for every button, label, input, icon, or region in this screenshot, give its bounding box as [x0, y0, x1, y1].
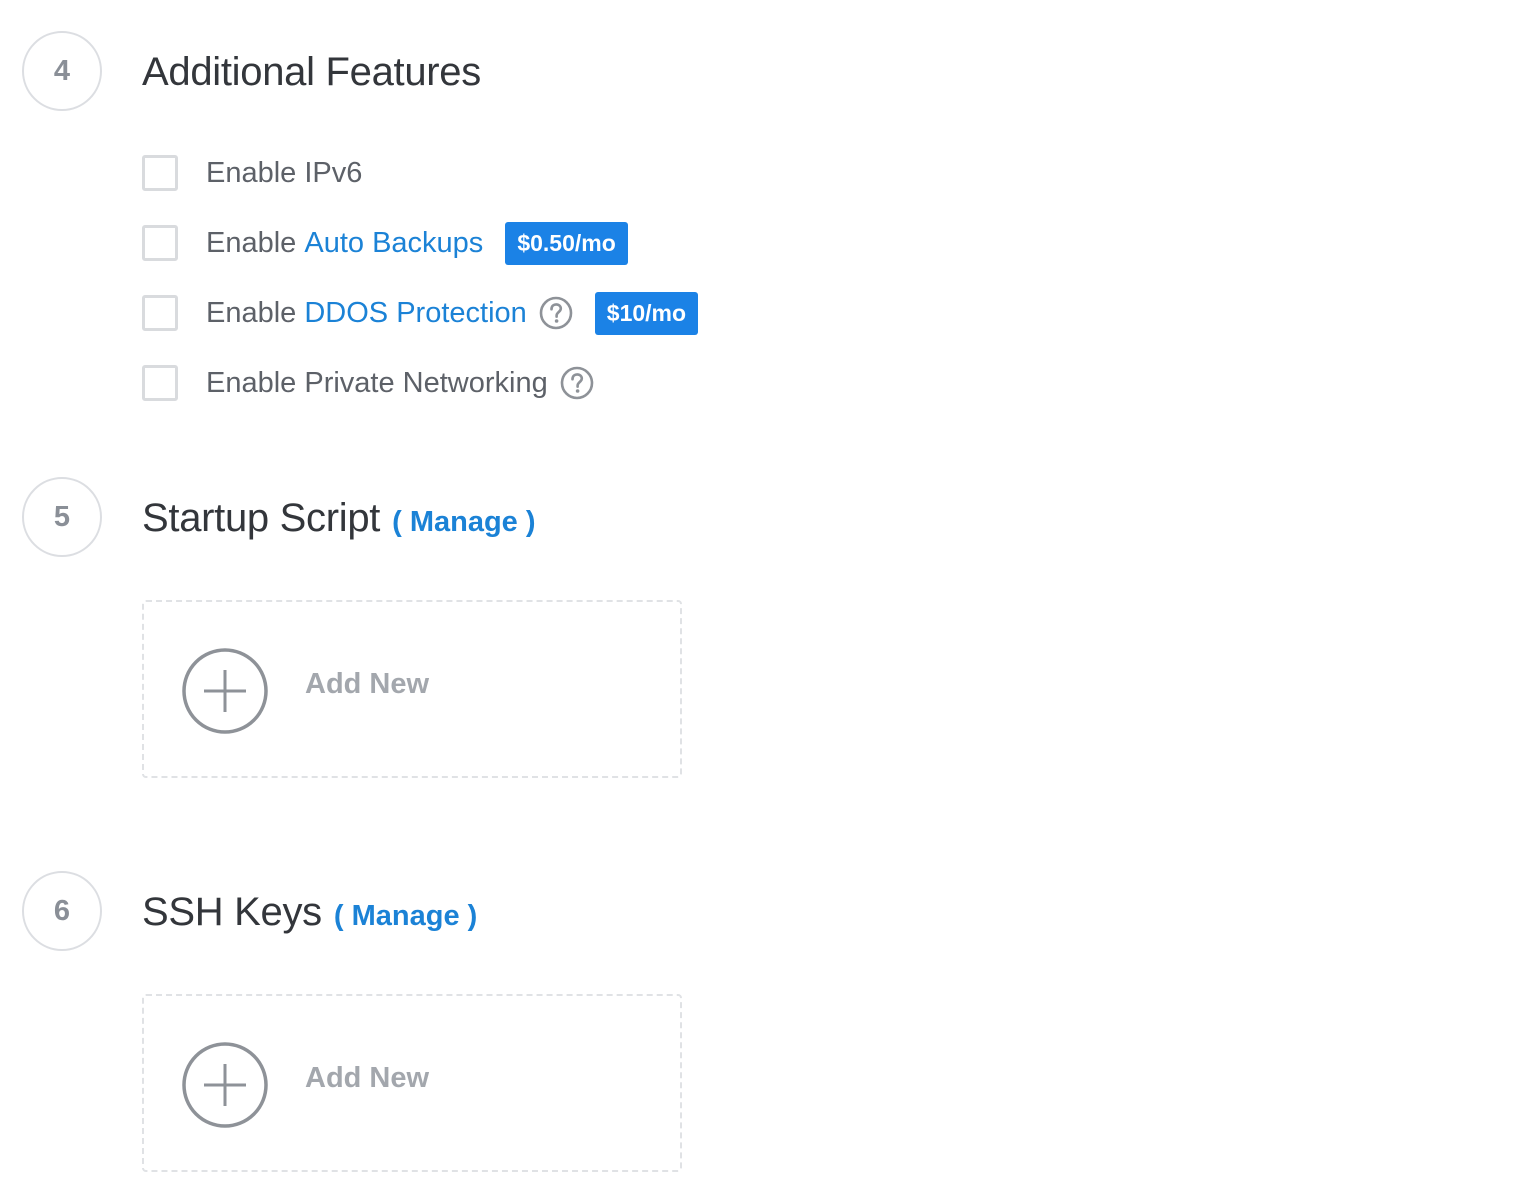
startup-script-add-new-button[interactable]: Add New — [142, 600, 682, 778]
section-title-startup-script: Startup Script ( Manage ) — [142, 488, 536, 548]
add-new-label: Add New — [305, 1062, 430, 1094]
startup-script-manage-link[interactable]: ( Manage ) — [392, 506, 535, 539]
section-title-text: Startup Script — [142, 495, 381, 540]
step-number-4: 4 — [22, 31, 102, 111]
auto-backups-price-badge: $0.50/mo — [505, 221, 628, 265]
section-title-ssh-keys: SSH Keys ( Manage ) — [142, 882, 477, 942]
question-circle-icon[interactable] — [560, 366, 594, 400]
auto-backups-label-prefix: Enable — [206, 226, 305, 259]
add-new-label: Add New — [305, 668, 430, 700]
ssh-keys-manage-link[interactable]: ( Manage ) — [334, 900, 477, 933]
private-networking-label: Enable Private Networking — [206, 366, 548, 399]
section-title-text: SSH Keys — [142, 889, 322, 934]
ddos-protection-link[interactable]: DDOS Protection — [304, 297, 526, 330]
auto-backups-link[interactable]: Auto Backups — [304, 227, 483, 260]
step-number-6: 6 — [22, 871, 102, 951]
private-networking-checkbox[interactable] — [142, 365, 178, 401]
step-number-5: 5 — [22, 477, 102, 557]
section-title-additional-features: Additional Features — [142, 42, 481, 102]
section-title-text: Additional Features — [142, 49, 481, 94]
feature-row-ddos: Enable DDOS Protection $10/mo — [142, 291, 699, 335]
ddos-label-prefix: Enable — [206, 296, 305, 329]
feature-row-ipv6: Enable IPv6 — [142, 153, 362, 193]
plus-circle-icon — [182, 1042, 268, 1128]
ipv6-checkbox[interactable] — [142, 155, 178, 191]
ssh-keys-add-new-button[interactable]: Add New — [142, 994, 682, 1172]
ddos-checkbox[interactable] — [142, 295, 178, 331]
feature-row-auto-backups: Enable Auto Backups $0.50/mo — [142, 221, 628, 265]
ddos-price-badge: $10/mo — [594, 291, 699, 335]
ipv6-label: Enable IPv6 — [206, 156, 363, 189]
feature-row-private-networking: Enable Private Networking — [142, 363, 594, 403]
question-circle-icon[interactable] — [539, 296, 573, 330]
plus-circle-icon — [182, 648, 268, 734]
auto-backups-checkbox[interactable] — [142, 225, 178, 261]
